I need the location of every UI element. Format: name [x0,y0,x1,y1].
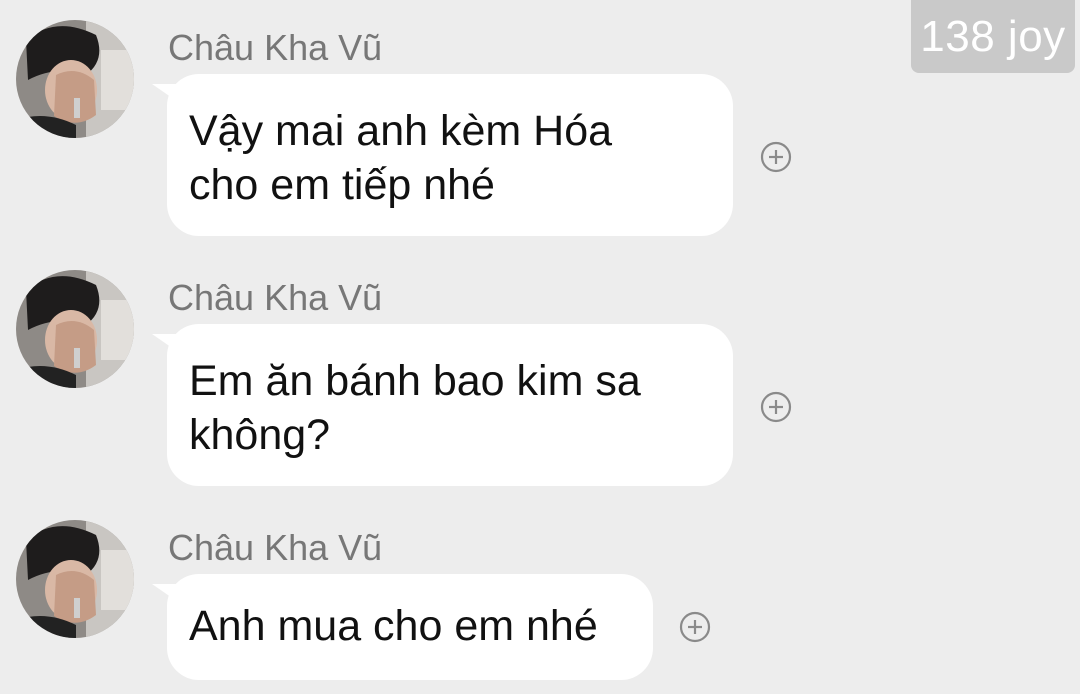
plus-circle-icon[interactable] [760,141,792,173]
chat-message: Châu Kha Vũ Vậy mai anh kèm Hóa cho em t… [0,0,1080,250]
avatar[interactable] [16,270,134,388]
sender-name: Châu Kha Vũ [168,277,383,318]
message-bubble[interactable]: Anh mua cho em nhé [167,574,653,680]
message-bubble[interactable]: Em ăn bánh bao kim sa không? [167,324,733,486]
message-line: không? [189,411,331,459]
sender-name: Châu Kha Vũ [168,527,383,568]
chat-message: Châu Kha Vũ Anh mua cho em nhé [0,500,1080,694]
message-line: Em ăn bánh bao kim sa [189,357,641,405]
message-line: Anh mua cho em nhé [189,602,598,650]
message-bubble[interactable]: Vậy mai anh kèm Hóa cho em tiếp nhé [167,74,733,236]
message-line: Vậy mai anh kèm Hóa [189,107,613,155]
avatar[interactable] [16,520,134,638]
plus-circle-icon[interactable] [679,611,711,643]
plus-circle-icon[interactable] [760,391,792,423]
avatar[interactable] [16,20,134,138]
message-line: cho em tiếp nhé [189,161,495,209]
sender-name: Châu Kha Vũ [168,27,383,68]
chat-message: Châu Kha Vũ Em ăn bánh bao kim sa không? [0,250,1080,500]
